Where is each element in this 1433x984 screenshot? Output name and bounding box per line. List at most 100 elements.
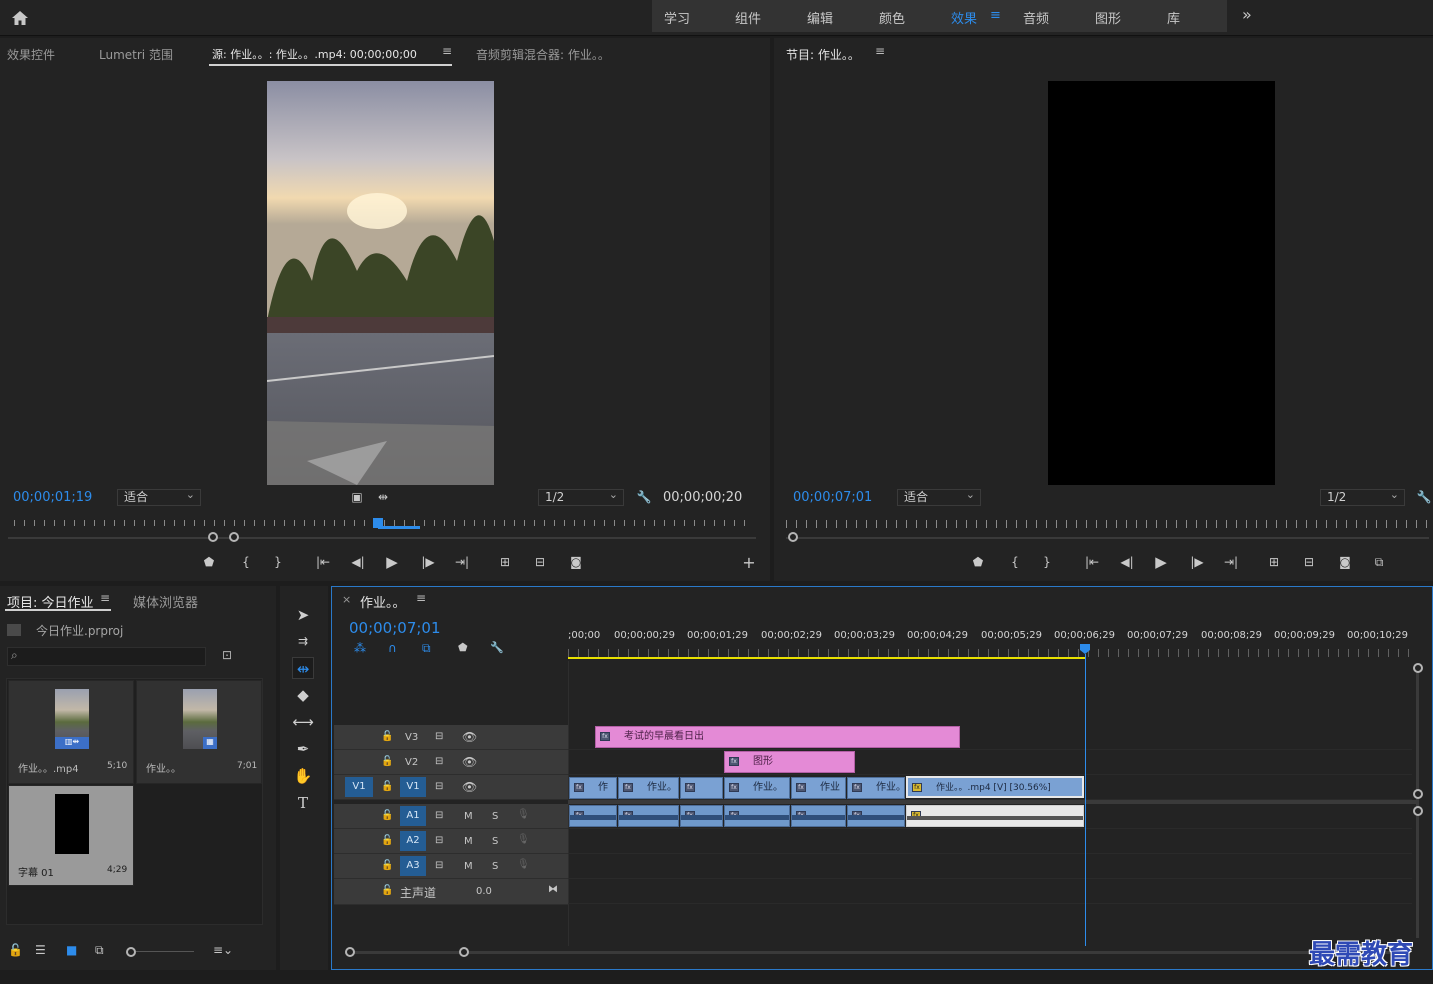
toggle-output-eye-icon[interactable]: 👁 (462, 780, 477, 794)
sequence-menu-icon[interactable]: ≡ (416, 591, 426, 605)
tab-program[interactable]: 节目: 作业。。 (786, 46, 860, 63)
workspace-tab-libraries[interactable]: 库 (1167, 8, 1180, 27)
export-frame-icon[interactable]: ◙ (568, 554, 584, 570)
track-lane-master[interactable] (568, 879, 1412, 904)
source-patch-v1[interactable]: V1 (345, 777, 373, 797)
source-fit-dropdown[interactable]: 适合 (117, 487, 201, 506)
mark-out-icon[interactable]: } (270, 554, 286, 570)
mute-button[interactable]: M (464, 811, 473, 822)
timeline-marker-icon[interactable]: ⬟ (458, 641, 468, 654)
track-lane-a3[interactable] (568, 854, 1412, 879)
audio-clip[interactable]: fx (724, 805, 790, 827)
source-zoom-bar[interactable] (8, 537, 756, 539)
tab-audio-clip-mixer[interactable]: 音频剪辑混合器: 作业。。 (476, 46, 610, 63)
linked-selection-icon[interactable]: ⧉ (422, 641, 431, 656)
title-clip[interactable]: fx 考试的早晨看日出 (595, 726, 960, 748)
project-menu-icon[interactable]: ≡ (100, 591, 110, 605)
video-clip[interactable]: fx 作业 (791, 777, 846, 799)
program-playhead-timecode[interactable]: 00;00;07;01 (793, 490, 872, 505)
timeline-playhead-timecode[interactable]: 00;00;07;01 (349, 619, 441, 637)
lock-icon[interactable]: 🔓 (8, 943, 23, 957)
workspace-tab-effects[interactable]: 效果 (951, 8, 977, 27)
track-lock-icon[interactable]: 🔓 (381, 781, 393, 792)
sync-lock-icon[interactable]: ⊟ (435, 756, 443, 767)
program-resolution-dropdown[interactable]: 1/2 (1320, 487, 1405, 506)
selected-audio-clip[interactable]: fx (906, 805, 1084, 827)
settings-square-icon[interactable]: ▣ (349, 489, 365, 505)
go-to-in-icon[interactable]: |⇤ (315, 554, 331, 570)
overwrite-icon[interactable]: ⊟ (532, 554, 548, 570)
go-to-out-icon[interactable]: ⇥| (454, 554, 470, 570)
timeline-scroll-right-handle[interactable] (459, 947, 469, 957)
program-step-back-icon[interactable]: ◀| (1119, 554, 1135, 570)
track-lock-icon[interactable]: 🔓 (381, 835, 393, 846)
program-add-marker-icon[interactable]: ⬟ (970, 554, 986, 570)
source-menu-icon[interactable]: ≡ (442, 44, 452, 58)
voiceover-mic-icon[interactable]: 🎙 (517, 859, 530, 870)
list-view-icon[interactable]: ☰ (35, 943, 46, 957)
audio-clip[interactable]: fx (618, 805, 679, 827)
track-target-a1[interactable]: A1 (400, 806, 426, 826)
home-icon[interactable] (10, 8, 30, 28)
solo-button[interactable]: S (492, 811, 498, 822)
step-back-icon[interactable]: ◀| (350, 554, 366, 570)
button-editor-plus-icon[interactable]: + (741, 555, 757, 571)
timeline-horizontal-scrollbar[interactable] (345, 951, 1405, 954)
workspace-tab-assembly[interactable]: 组件 (735, 8, 761, 27)
track-lane-a2[interactable] (568, 829, 1412, 854)
new-bin-icon[interactable]: ⊡ (222, 648, 238, 662)
comparison-view-icon[interactable]: ⧉ (1371, 554, 1387, 570)
project-item-sequence[interactable]: ▦ 作业。。 7;01 (136, 680, 262, 784)
program-go-to-in-icon[interactable]: |⇤ (1084, 554, 1100, 570)
lift-icon[interactable]: ⊞ (1266, 554, 1282, 570)
timeline-scroll-left-handle[interactable] (345, 947, 355, 957)
track-lock-icon[interactable]: 🔓 (381, 756, 393, 767)
voiceover-mic-icon[interactable]: 🎙 (517, 834, 530, 845)
video-audio-divider[interactable] (568, 800, 1418, 804)
mute-button[interactable]: M (464, 836, 473, 847)
workspace-menu-icon[interactable]: ≡ (990, 8, 1001, 23)
sort-icon[interactable]: ≡⌄ (213, 943, 233, 957)
slip-tool-icon[interactable]: ⟷ (292, 711, 314, 733)
ripple-edit-tool-icon[interactable]: ⇹ (292, 657, 314, 679)
razor-tool-icon[interactable]: ◆ (292, 684, 314, 706)
track-select-tool-icon[interactable]: ⇉ (292, 630, 314, 652)
tab-source[interactable]: 源: 作业。。: 作业。。.mp4: 00;00;00;00 (212, 46, 417, 62)
track-target-a2[interactable]: A2 (400, 831, 426, 851)
program-go-to-out-icon[interactable]: ⇥| (1223, 554, 1239, 570)
step-forward-icon[interactable]: |▶ (420, 554, 436, 570)
sync-lock-icon[interactable]: ⊟ (435, 810, 443, 821)
program-step-forward-icon[interactable]: |▶ (1189, 554, 1205, 570)
workspace-tab-audio[interactable]: 音频 (1023, 8, 1049, 27)
video-clip[interactable]: fx (680, 777, 723, 799)
track-target-a3[interactable]: A3 (400, 856, 426, 876)
master-volume-value[interactable]: 0.0 (476, 886, 492, 897)
program-mark-out-icon[interactable]: } (1039, 554, 1055, 570)
video-scroll-bottom-handle[interactable] (1413, 789, 1423, 799)
program-wrench-icon[interactable]: 🔧 (1416, 489, 1432, 505)
selection-tool-icon[interactable]: ➤ (292, 604, 314, 626)
pen-tool-icon[interactable]: ✒ (292, 738, 314, 760)
program-export-frame-icon[interactable]: ◙ (1337, 554, 1353, 570)
video-scroll-top-handle[interactable] (1413, 663, 1423, 673)
mute-button[interactable]: M (464, 861, 473, 872)
tab-effect-controls[interactable]: 效果控件 (7, 46, 55, 63)
video-clip[interactable]: fx 作业。 (724, 777, 790, 799)
extract-icon[interactable]: ⊟ (1301, 554, 1317, 570)
wrench-icon[interactable]: 🔧 (636, 489, 652, 505)
tab-sequence[interactable]: 作业。。 (360, 592, 406, 611)
work-area-bar[interactable] (568, 657, 1086, 659)
track-lock-icon[interactable]: 🔓 (381, 860, 393, 871)
source-in-out-range[interactable] (378, 526, 420, 529)
track-lane-v2[interactable] (568, 750, 1412, 775)
sync-lock-icon[interactable]: ⊟ (435, 731, 443, 742)
track-target-v1[interactable]: V1 (400, 777, 426, 797)
solo-button[interactable]: S (492, 836, 498, 847)
program-menu-icon[interactable]: ≡ (875, 44, 885, 58)
timeline-ruler[interactable]: ;00;00 00;00;00;29 00;00;01;29 00;00;02;… (568, 615, 1412, 659)
source-zoom-handle-right[interactable] (229, 532, 239, 542)
audio-clip[interactable]: fx (569, 805, 617, 827)
workspace-tab-editing[interactable]: 编辑 (807, 8, 833, 27)
audio-scroll-top-handle[interactable] (1413, 806, 1423, 816)
snap-icon[interactable]: ∩ (388, 641, 397, 655)
